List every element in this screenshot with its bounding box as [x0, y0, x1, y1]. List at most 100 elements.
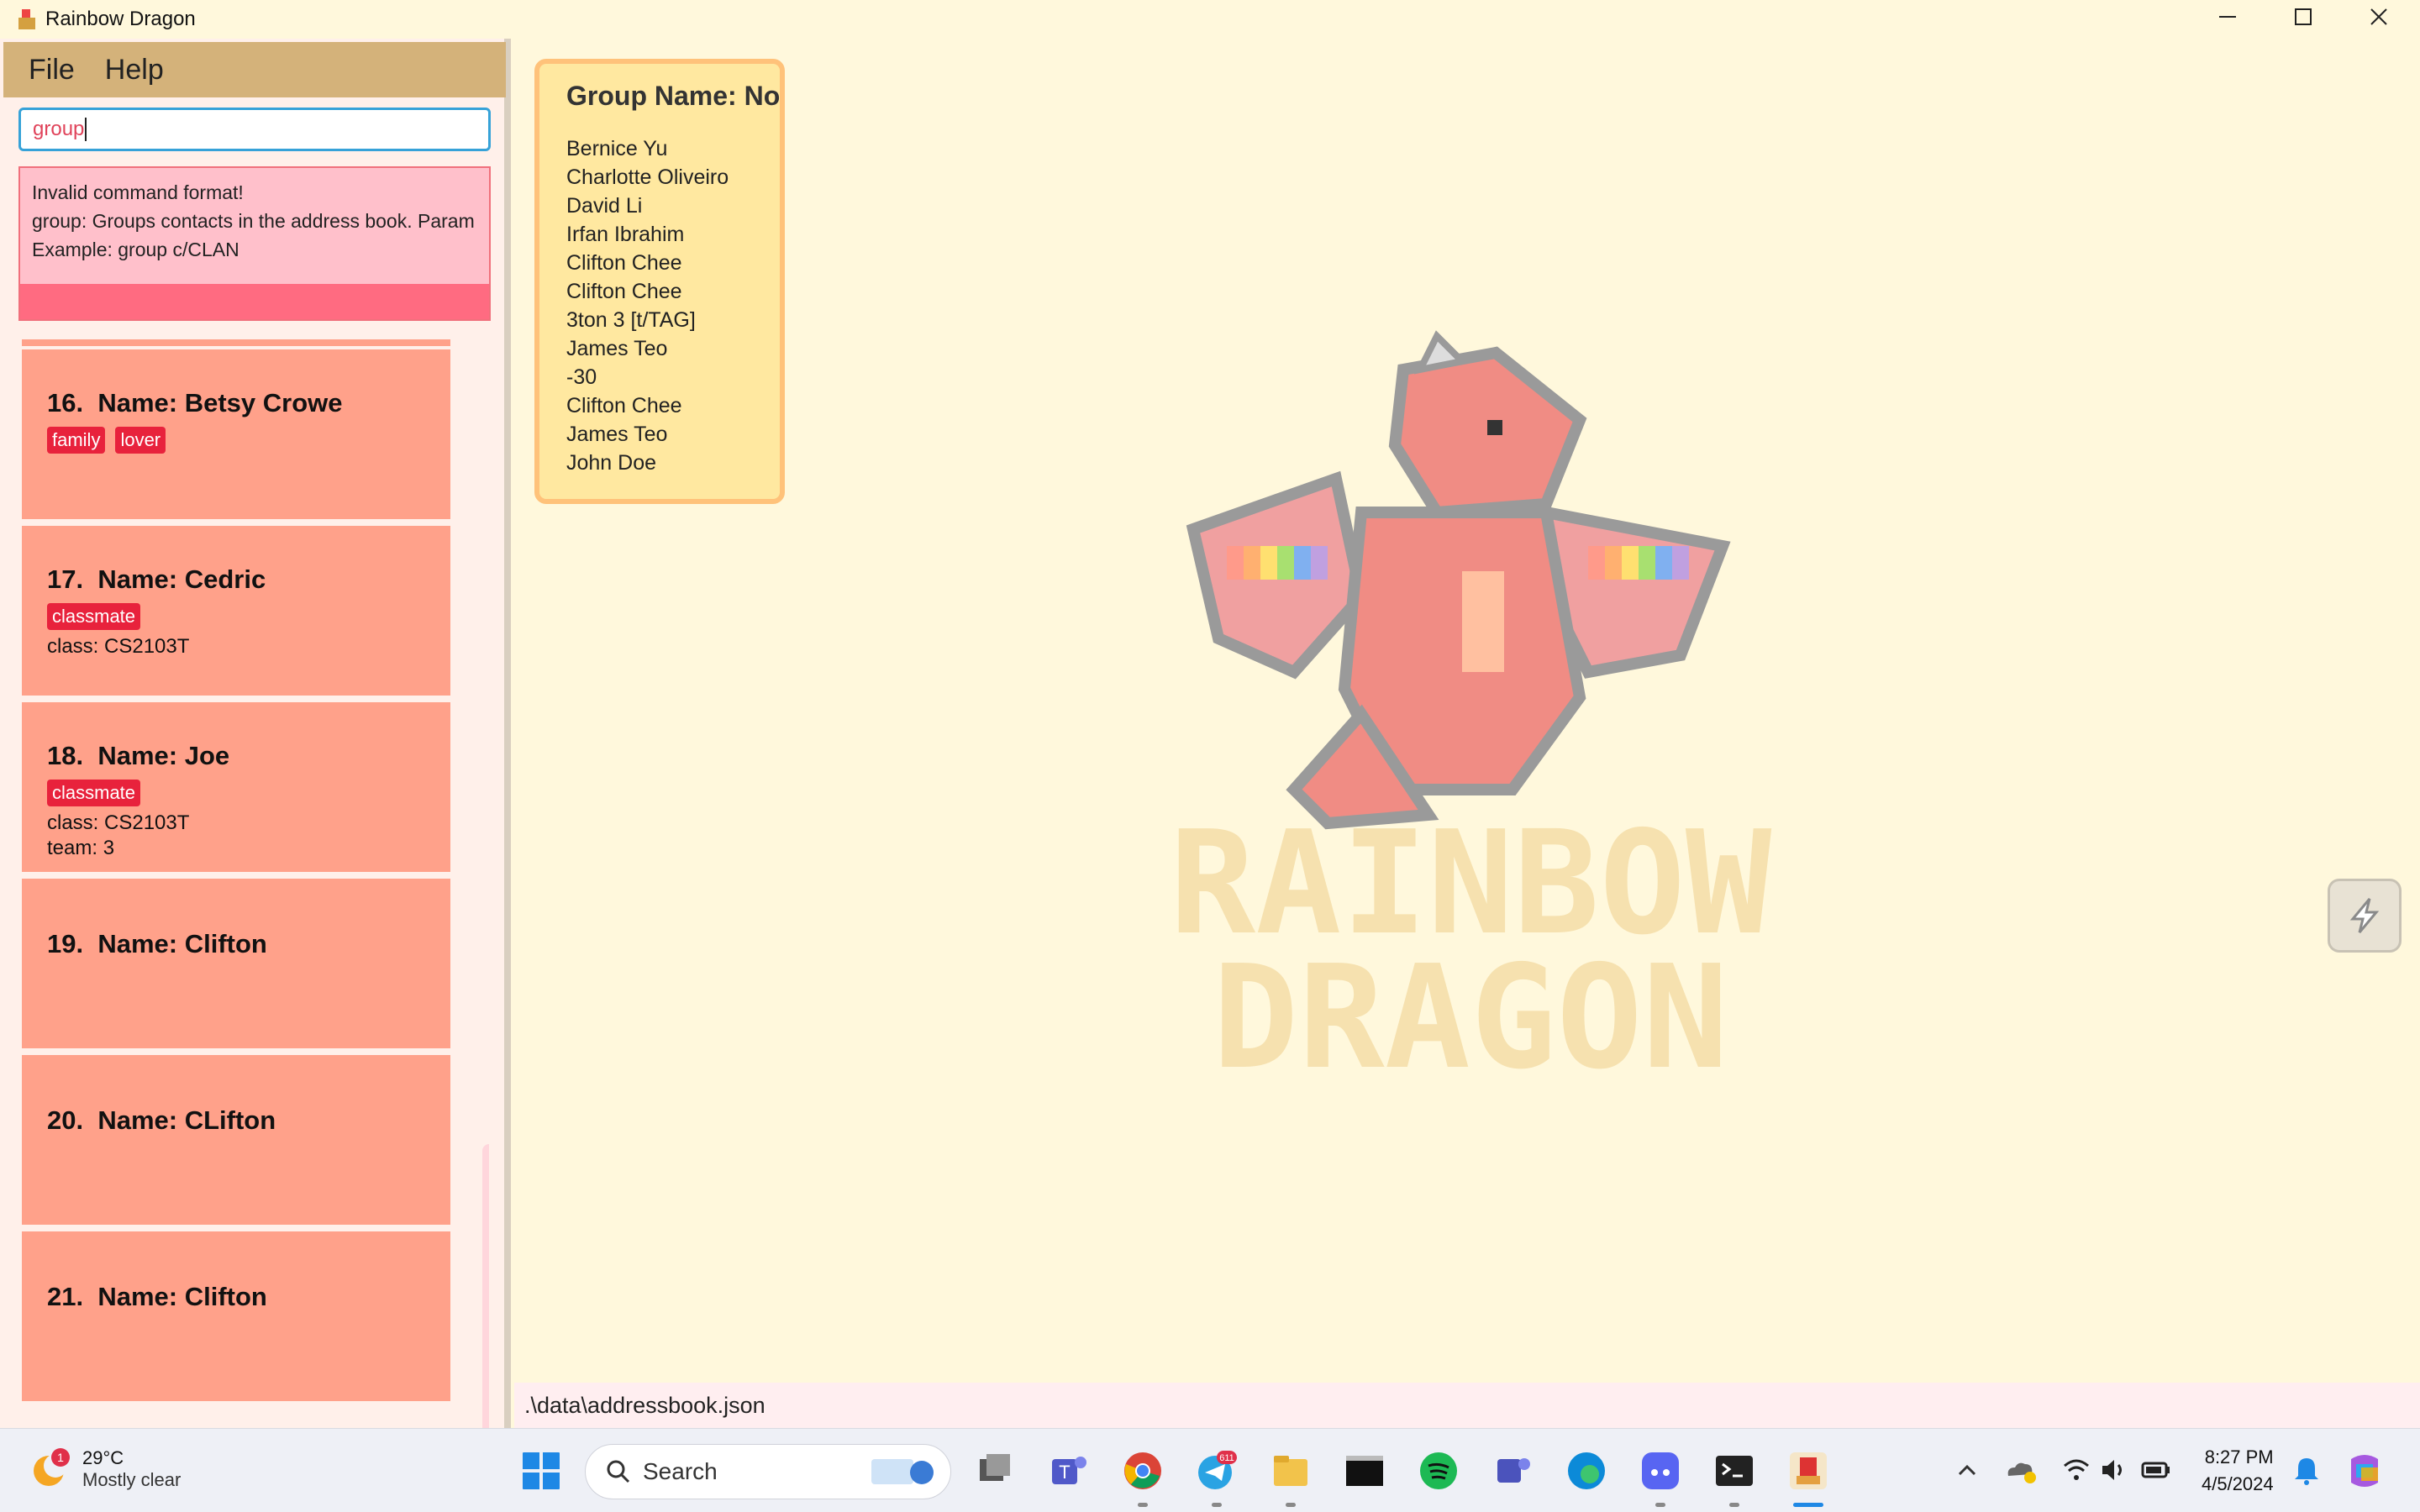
active-app-indicator: [1793, 1503, 1823, 1507]
group-member: Charlotte Oliveiro: [566, 165, 729, 189]
discord-icon[interactable]: [1640, 1451, 1681, 1491]
sidebar: File Help group Invalid command format! …: [0, 39, 511, 1435]
result-line-3: Example: group c/CLAN: [32, 239, 239, 260]
notification-bell-icon[interactable]: [2292, 1456, 2321, 1486]
telegram-icon[interactable]: 611: [1197, 1451, 1237, 1491]
card-sliver: [22, 339, 450, 346]
close-icon: [2370, 8, 2387, 25]
person-name-text: Name: Cedric: [97, 564, 266, 594]
menu-file[interactable]: File: [29, 54, 75, 87]
person-name-text: Name: CLifton: [97, 1105, 276, 1135]
rainbow-dragon-taskbar-icon[interactable]: [1788, 1451, 1828, 1491]
person-name: 20. Name: CLifton: [47, 1105, 425, 1136]
person-class: class: CS2103T: [47, 635, 190, 658]
group-member-list: Bernice Yu Charlotte Oliveiro David Li I…: [566, 137, 729, 477]
maximize-icon: [2295, 8, 2312, 25]
person-name-text: Name: Joe: [97, 741, 230, 770]
weather-badge: 1: [57, 1451, 64, 1464]
tag-badge: lover: [115, 427, 166, 454]
search-highlight-icon: [871, 1459, 934, 1484]
discord-running-indicator: [1655, 1503, 1665, 1507]
command-input[interactable]: group: [18, 108, 491, 151]
person-card[interactable]: 19. Name: Clifton: [22, 879, 450, 1048]
floating-shortcut-button[interactable]: [2328, 879, 2402, 953]
person-card[interactable]: 20. Name: CLifton: [22, 1055, 450, 1225]
file-explorer-icon[interactable]: [1270, 1451, 1311, 1491]
person-card[interactable]: 17. Name: Cedric classmate class: CS2103…: [22, 526, 450, 696]
explorer-running-indicator: [1286, 1503, 1296, 1507]
person-name: 19. Name: Clifton: [47, 929, 425, 959]
command-input-value: group: [33, 118, 85, 140]
menu-bar: File Help: [3, 42, 506, 97]
chrome-icon[interactable]: [1123, 1451, 1163, 1491]
group-member: 3ton 3 [t/TAG]: [566, 308, 696, 332]
tag-badge: classmate: [47, 780, 141, 806]
battery-icon[interactable]: [2141, 1456, 2171, 1484]
taskbar: 1 29°C Mostly clear Search T 611 8:27 PM…: [0, 1428, 2420, 1512]
tag-badge: family: [47, 427, 106, 454]
copilot-icon[interactable]: [2344, 1451, 2385, 1491]
result-line-1: Invalid command format!: [32, 181, 244, 203]
person-index: 20.: [47, 1105, 84, 1135]
person-card[interactable]: 16. Name: Betsy Crowe family lover: [22, 349, 450, 519]
person-class: class: CS2103T: [47, 811, 190, 834]
teams-icon[interactable]: T: [1049, 1451, 1089, 1491]
group-card[interactable]: Group Name: No Bernice Yu Charlotte Oliv…: [534, 59, 785, 504]
maximize-button[interactable]: [2265, 0, 2341, 34]
window-title: Rainbow Dragon: [45, 8, 196, 30]
person-name-text: Name: Clifton: [97, 929, 267, 958]
minimize-button[interactable]: [2190, 0, 2265, 34]
group-member: James Teo: [566, 423, 668, 446]
taskbar-search[interactable]: Search: [585, 1444, 951, 1499]
person-index: 21.: [47, 1282, 84, 1311]
volume-icon[interactable]: [2099, 1456, 2128, 1484]
terminal-icon[interactable]: [1714, 1451, 1754, 1491]
group-member: Clifton Chee: [566, 280, 682, 303]
group-member: Clifton Chee: [566, 394, 682, 417]
list-scrollbar[interactable]: [482, 1144, 489, 1435]
group-member: David Li: [566, 194, 643, 218]
group-name: Group Name: No: [566, 81, 781, 111]
person-name: 16. Name: Betsy Crowe: [47, 388, 425, 418]
start-icon[interactable]: [521, 1451, 561, 1491]
person-list[interactable]: 16. Name: Betsy Crowe family lover 17. N…: [22, 339, 489, 1448]
spotify-icon[interactable]: [1418, 1451, 1459, 1491]
person-name: 21. Name: Clifton: [47, 1282, 425, 1312]
person-card[interactable]: 21. Name: Clifton: [22, 1231, 450, 1401]
tag-badge: classmate: [47, 603, 141, 630]
telegram-running-indicator: [1212, 1503, 1222, 1507]
chevron-up-icon[interactable]: [1954, 1457, 1980, 1483]
group-member: John Doe: [566, 451, 657, 475]
person-name: 17. Name: Cedric: [47, 564, 425, 595]
status-bar: .\data\addressbook.json: [514, 1383, 2420, 1428]
result-display: Invalid command format! group: Groups co…: [18, 166, 491, 321]
group-member: Irfan Ibrahim: [566, 223, 685, 246]
teams-classic-icon[interactable]: [1492, 1451, 1533, 1491]
weather-description: Mostly clear: [82, 1469, 182, 1490]
weather-moon-icon: 1: [34, 1448, 70, 1486]
onedrive-icon[interactable]: [2003, 1456, 2037, 1484]
result-line-2: group: Groups contacts in the address bo…: [32, 210, 475, 232]
task-view-icon[interactable]: [975, 1451, 1015, 1491]
person-index: 16.: [47, 388, 84, 417]
text-caret: [85, 118, 87, 141]
dragon-illustration: [1186, 330, 1731, 830]
terminal-running-indicator: [1729, 1503, 1739, 1507]
search-icon: [607, 1460, 630, 1483]
close-button[interactable]: [2341, 0, 2417, 34]
telegram-badge: 611: [1219, 1453, 1234, 1463]
clock-date: 4/5/2024: [2202, 1473, 2274, 1494]
person-card[interactable]: 18. Name: Joe classmate class: CS2103T t…: [22, 702, 450, 872]
person-name: 18. Name: Joe: [47, 741, 425, 771]
person-name-text: Name: Clifton: [97, 1282, 267, 1311]
edge-icon[interactable]: [1566, 1451, 1607, 1491]
wifi-icon[interactable]: [2062, 1456, 2091, 1484]
menu-help[interactable]: Help: [105, 54, 164, 87]
system-clock[interactable]: 8:27 PM 4/5/2024: [2202, 1444, 2274, 1498]
rainbow-dragon-logo: RAINBOW DRAGON: [1170, 330, 1772, 1075]
minimize-icon: [2219, 16, 2236, 18]
weather-widget[interactable]: 1 29°C Mostly clear: [27, 1446, 181, 1493]
command-prompt-icon[interactable]: [1344, 1451, 1385, 1491]
logo-text-line-2: DRAGON: [1213, 935, 1728, 1075]
lightning-icon: [2349, 898, 2380, 933]
